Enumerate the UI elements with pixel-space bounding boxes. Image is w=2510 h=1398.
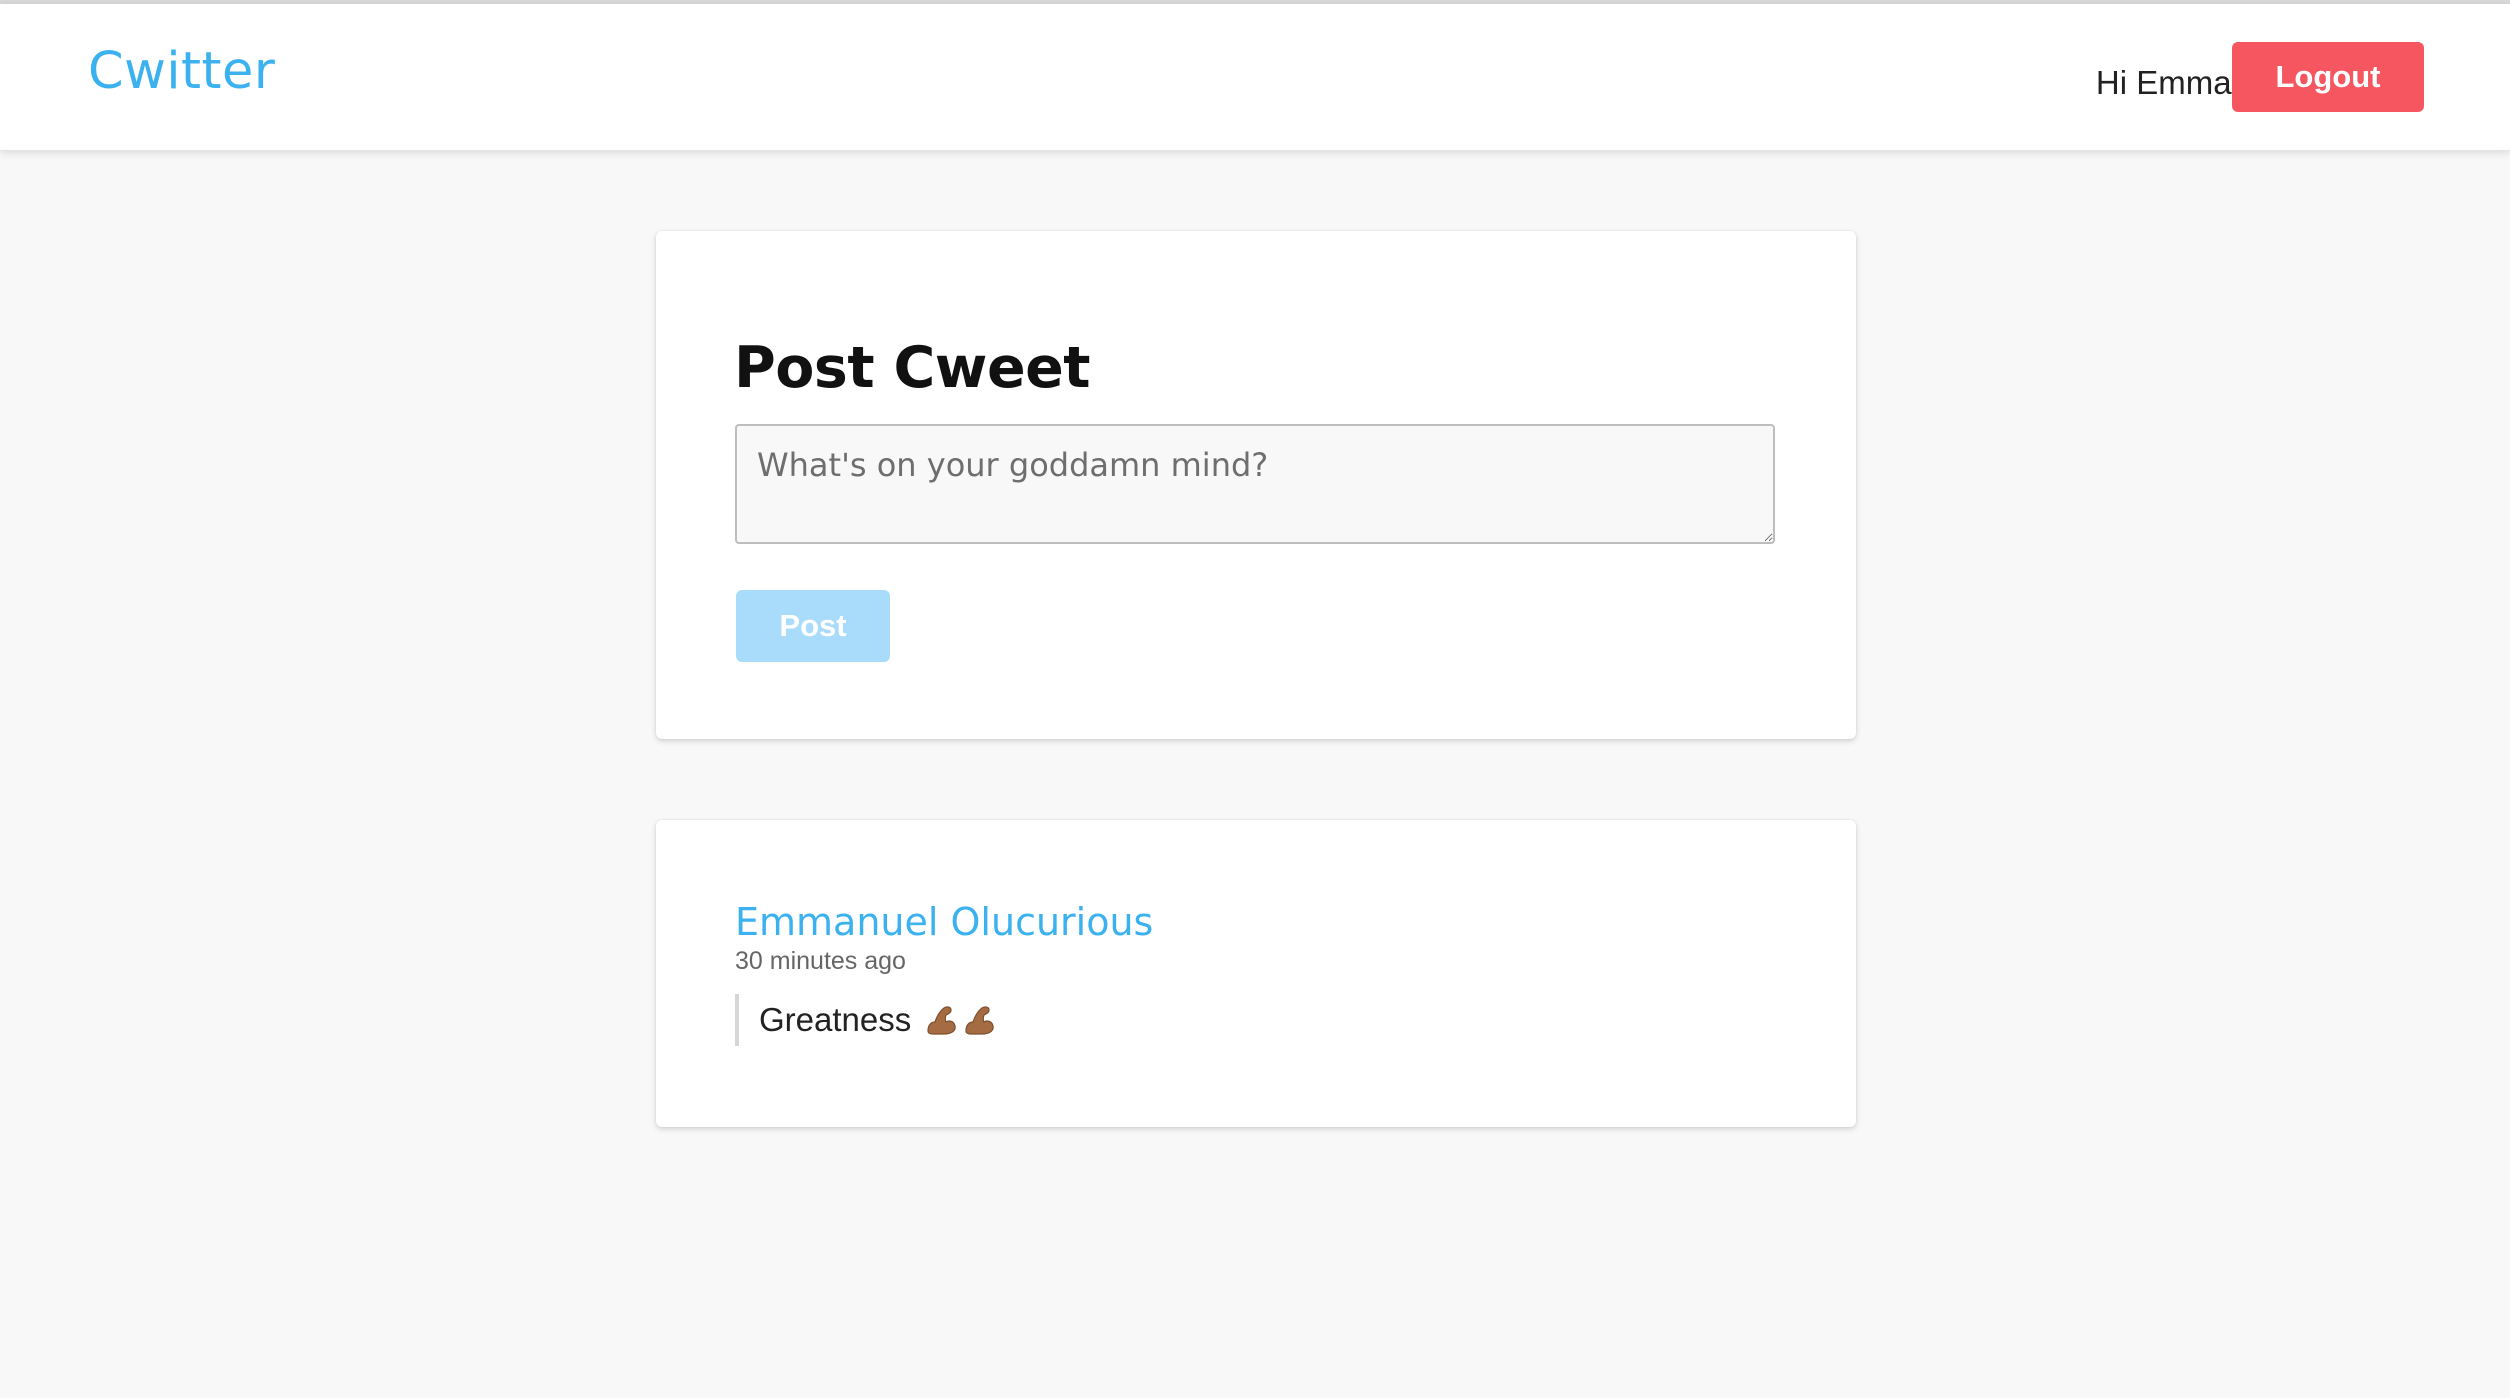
cweet-timestamp: 30 minutes ago	[735, 947, 906, 975]
cweet-text: Greatness	[759, 1001, 912, 1038]
navbar: Cwitter Hi Emmanuel Logout	[0, 4, 2510, 151]
post-cweet-card: Post Cweet Post	[656, 231, 1856, 739]
logout-button[interactable]: Logout	[2232, 42, 2424, 112]
brand-logo-link[interactable]: Cwitter	[88, 42, 275, 101]
flexed-biceps-icon	[925, 1005, 957, 1035]
cweet-card: Emmanuel Olucurious 30 minutes ago Great…	[656, 820, 1856, 1127]
cweet-body: Greatness	[735, 994, 995, 1046]
composer-title: Post Cweet	[734, 335, 1091, 401]
post-button[interactable]: Post	[736, 590, 890, 662]
cweet-author[interactable]: Emmanuel Olucurious	[735, 900, 1153, 944]
flexed-biceps-icon	[963, 1005, 995, 1035]
cweet-textarea[interactable]	[735, 424, 1775, 544]
